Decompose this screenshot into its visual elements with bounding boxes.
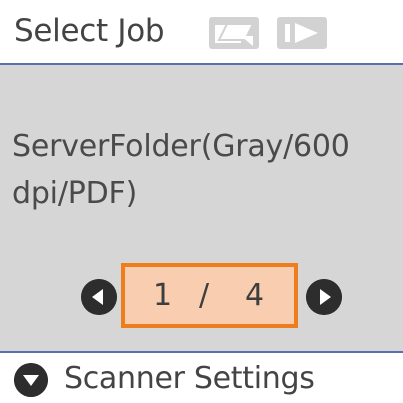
scanner-settings-label: Scanner Settings bbox=[64, 361, 315, 396]
page-counter[interactable]: 1 / 4 bbox=[121, 263, 298, 328]
job-name-line-2: dpi/PDF) bbox=[12, 176, 138, 211]
scan-preset-icon[interactable] bbox=[208, 16, 260, 50]
job-name-line-1: ServerFolder(Gray/600 bbox=[12, 129, 350, 164]
header-bar: Select Job bbox=[0, 0, 403, 66]
job-panel: ServerFolder(Gray/600 dpi/PDF) 1 / 4 bbox=[0, 65, 403, 351]
page-separator: / bbox=[199, 278, 210, 313]
previous-job-button[interactable] bbox=[81, 279, 117, 315]
current-page: 1 bbox=[153, 278, 173, 313]
job-name[interactable]: ServerFolder(Gray/600 dpi/PDF) bbox=[12, 123, 402, 217]
scanner-settings-button[interactable]: Scanner Settings bbox=[0, 353, 403, 403]
page-title: Select Job bbox=[14, 13, 165, 49]
chevron-down-icon bbox=[14, 363, 48, 397]
total-pages: 4 bbox=[245, 278, 265, 313]
lcd-screen: Select Job ServerFolder(Gray/600 dpi/PDF… bbox=[0, 0, 403, 403]
start-icon[interactable] bbox=[276, 16, 328, 50]
next-job-button[interactable] bbox=[306, 279, 342, 315]
